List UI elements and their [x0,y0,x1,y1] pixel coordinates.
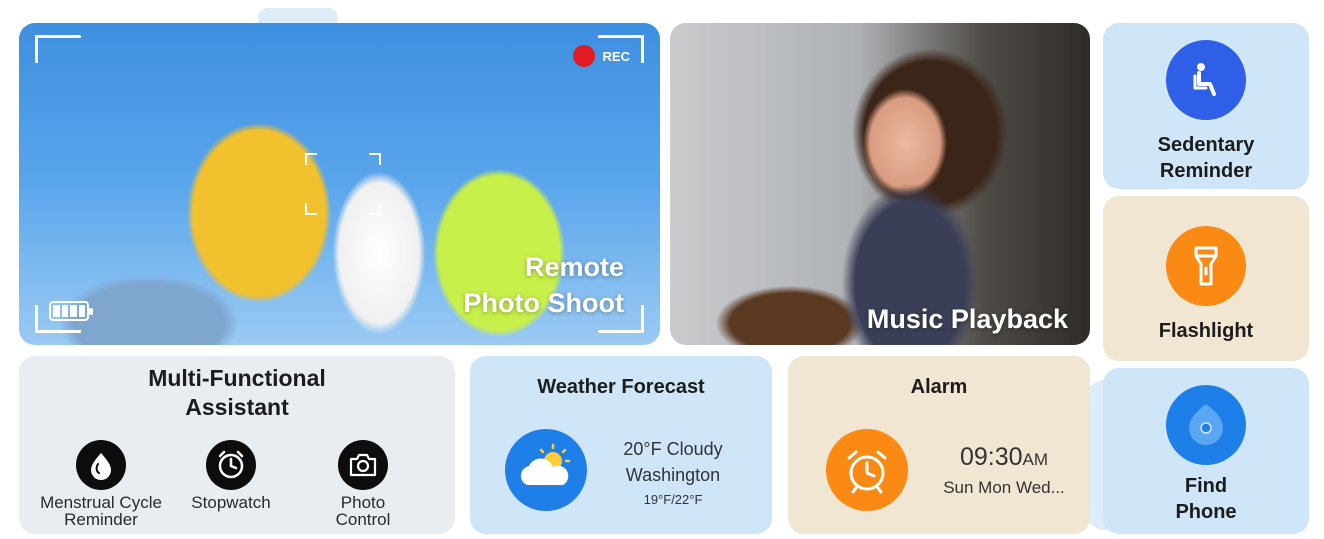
battery-icon [49,301,93,321]
remote-photo-shoot-card[interactable]: REC Remote Photo Shoot [19,23,660,345]
drop-icon [76,440,126,490]
camera-icon [338,440,388,490]
stopwatch-item[interactable]: Stopwatch [181,440,281,511]
partly-cloudy-icon [505,429,587,511]
rec-label: REC [602,48,630,64]
alarm-ampm: AM [1022,450,1049,469]
weather-condition: 20°F Cloudy [623,439,723,459]
assistant-title: Multi-Functional Assistant [19,364,455,422]
label-line: Reminder [1159,160,1253,182]
weather-forecast-card[interactable]: Weather Forecast 20°F Cloudy Washington … [470,356,772,534]
find-phone-tile[interactable]: Find Phone [1103,368,1309,534]
seated-person-icon [1166,40,1246,120]
weather-range: 19°F/22°F [643,492,703,507]
label-line: Stopwatch [191,493,271,512]
title-line: Multi-Functional [148,365,326,391]
title-line: Remote [524,252,624,282]
alarm-days: Sun Mon Wed... [943,478,1065,497]
label-line: Photo [340,493,386,512]
weather-city: Washington [625,465,721,485]
alarm-clock-icon [826,429,908,511]
remote-photo-shoot-title: Remote Photo Shoot [464,249,624,321]
assist-item-label: Photo Control [336,494,391,528]
title-line: Photo Shoot [463,288,624,318]
menstrual-cycle-reminder-item[interactable]: Menstrual Cycle Reminder [31,440,171,528]
music-playback-title: Music Playback [866,304,1068,334]
label-line: Menstrual Cycle [40,493,162,512]
assist-item-label: Menstrual Cycle Reminder [40,494,162,528]
sedentary-reminder-label: Sedentary Reminder [1158,132,1255,184]
viewfinder-corner [35,35,81,63]
record-dot-icon [572,45,595,67]
flashlight-tile[interactable]: Flashlight [1103,196,1309,361]
sedentary-reminder-tile[interactable]: Sedentary Reminder [1103,23,1309,189]
flashlight-icon [1166,226,1246,306]
alarm-details: 09:30AM Sun Mon Wed... [934,442,1074,499]
title-line: Assistant [185,394,289,420]
weather-title: Weather Forecast [537,376,705,398]
multi-functional-assistant-card[interactable]: Multi-Functional Assistant Menstrual Cyc… [19,356,455,534]
focus-frame-icon [305,153,381,215]
photo-control-item[interactable]: Photo Control [313,440,413,528]
alarm-card[interactable]: Alarm 09:30AM Sun Mon Wed... [788,356,1090,534]
assist-item-label: Stopwatch [191,494,270,511]
alarm-title: Alarm [910,376,968,398]
label-line: Phone [1175,501,1237,523]
label-line: Control [335,510,391,529]
music-playback-card[interactable]: Music Playback [670,23,1090,345]
label-line: Find [1184,475,1228,497]
alarm-time: 09:30 [959,443,1023,471]
stopwatch-icon [206,440,256,490]
weather-details: 20°F Cloudy Washington 19°F/22°F [618,436,728,510]
alarm-time-row: 09:30AM [934,442,1074,475]
label-line: Sedentary [1157,134,1255,156]
label-line: Reminder [64,510,138,529]
rec-indicator: REC [572,45,630,67]
location-pin-icon [1166,385,1246,465]
find-phone-label: Find Phone [1175,473,1236,525]
flashlight-label: Flashlight [1158,320,1254,342]
